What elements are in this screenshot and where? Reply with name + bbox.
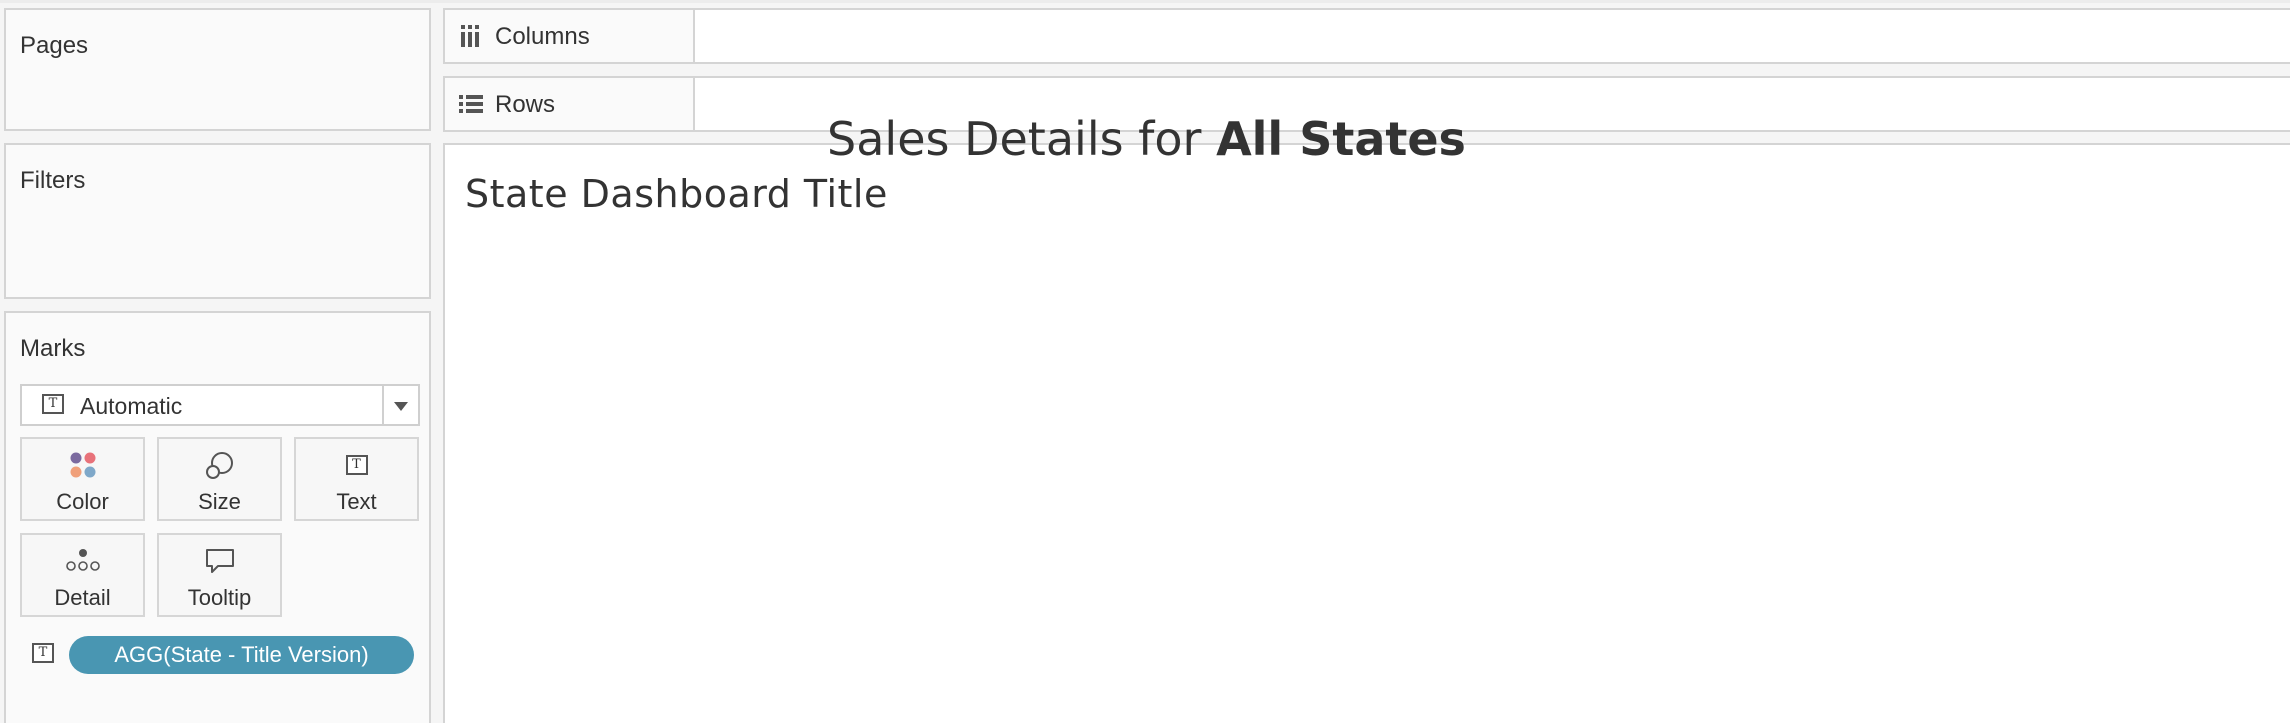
color-label: Color xyxy=(56,489,109,514)
tooltip-button[interactable]: Tooltip xyxy=(157,533,282,617)
marks-card: Marks T Automatic Color Size T Text Deta… xyxy=(4,311,431,723)
chevron-down-icon[interactable] xyxy=(394,402,408,411)
detail-button[interactable]: Detail xyxy=(20,533,145,617)
size-label: Size xyxy=(198,489,241,514)
columns-shelf-header: Columns xyxy=(445,10,695,62)
text-label: Text xyxy=(336,489,377,514)
size-button[interactable]: Size xyxy=(157,437,282,521)
filters-card[interactable]: Filters xyxy=(4,143,431,299)
view-text-state: All States xyxy=(1216,112,1466,166)
color-button[interactable]: Color xyxy=(20,437,145,521)
columns-shelf: Columns xyxy=(443,8,2290,64)
marks-title: Marks xyxy=(20,335,86,362)
detail-label: Detail xyxy=(54,585,111,610)
columns-label: Columns xyxy=(495,23,590,50)
view-area[interactable]: State Dashboard Title xyxy=(443,143,2290,723)
dropdown-divider xyxy=(382,386,384,424)
view-text-mark[interactable]: Sales Details for All States xyxy=(0,112,2290,166)
pages-title: Pages xyxy=(20,32,89,59)
filters-title: Filters xyxy=(20,167,86,194)
sheet-title[interactable]: State Dashboard Title xyxy=(465,172,888,216)
mark-type-value: Automatic xyxy=(80,393,183,419)
toolbar-edge xyxy=(0,0,2290,3)
view-text-prefix: Sales Details for xyxy=(827,112,1217,166)
columns-icon xyxy=(461,25,479,47)
color-dots-icon xyxy=(70,452,95,478)
tooltip-label: Tooltip xyxy=(187,585,252,610)
text-mark-icon: T xyxy=(42,394,64,414)
detail-dots-icon xyxy=(65,549,100,571)
field-pill-state-title[interactable]: AGG(State - Title Version) xyxy=(69,636,414,674)
text-encoding-icon[interactable]: T xyxy=(32,643,54,663)
mark-type-dropdown[interactable]: T Automatic xyxy=(20,384,420,426)
speech-bubble-icon xyxy=(205,549,234,573)
size-circles-icon xyxy=(205,452,233,479)
text-t-icon: T xyxy=(345,455,368,475)
text-button[interactable]: T Text xyxy=(294,437,419,521)
columns-drop-area[interactable] xyxy=(695,10,2290,62)
